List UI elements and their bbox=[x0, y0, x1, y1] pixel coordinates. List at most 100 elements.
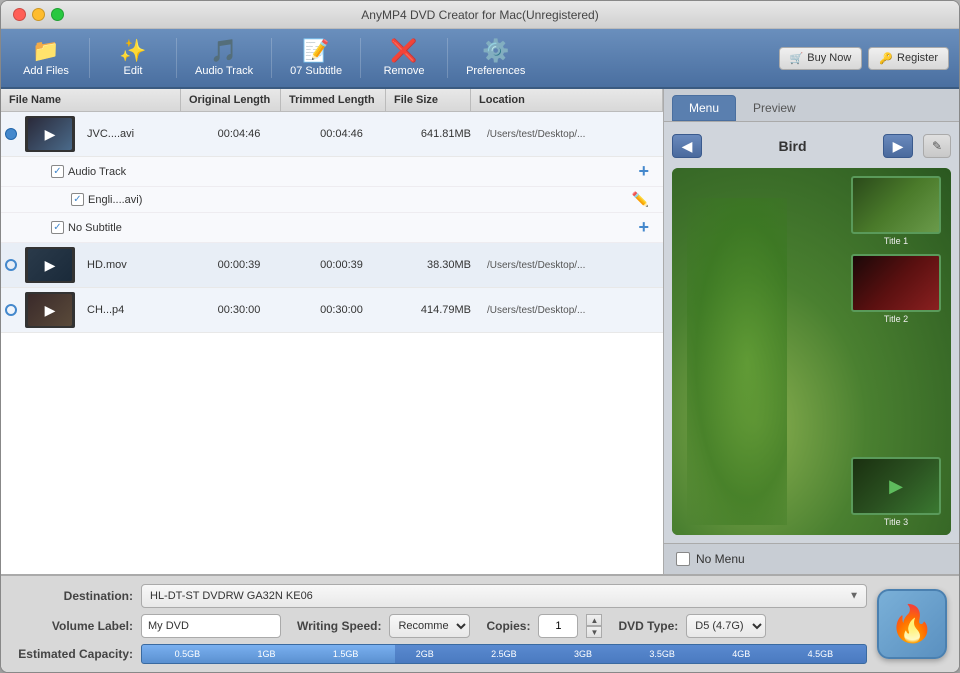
separator-1 bbox=[89, 38, 90, 78]
minimize-button[interactable] bbox=[32, 8, 45, 21]
volume-input[interactable] bbox=[141, 614, 281, 638]
preview-tabs: Menu Preview bbox=[664, 89, 959, 122]
cart-icon: 🛒 bbox=[790, 52, 804, 65]
tab-preview[interactable]: Preview bbox=[736, 95, 813, 121]
bottom-right: 🔥 bbox=[877, 584, 947, 664]
row-data-2: HD.mov 00:00:39 00:00:39 38.30MB /Users/… bbox=[79, 251, 663, 279]
writing-speed-label: Writing Speed: bbox=[297, 619, 381, 633]
copies-down-button[interactable]: ▼ bbox=[586, 626, 602, 638]
subtitle-icon: 📝 bbox=[302, 40, 329, 62]
table-row: ▶ JVC....avi 00:04:46 00:04:46 641.81MB … bbox=[1, 112, 663, 157]
copies-stepper: ▲ ▼ bbox=[586, 614, 602, 638]
title-bar: AnyMP4 DVD Creator for Mac(Unregistered) bbox=[1, 1, 959, 29]
cap-label-1: 1GB bbox=[258, 649, 276, 659]
preview-thumb-2[interactable] bbox=[851, 254, 941, 312]
preview-background: Title 1 Title 2 ▶ bbox=[672, 168, 951, 535]
burn-button[interactable]: 🔥 bbox=[877, 589, 947, 659]
add-files-label: Add Files bbox=[23, 65, 69, 77]
preview-content: ◀ Bird ▶ ✎ bbox=[664, 122, 959, 543]
sub-row-subtitle: No Subtitle + bbox=[1, 213, 663, 243]
preferences-icon: ⚙️ bbox=[482, 40, 509, 62]
capacity-labels: 0.5GB 1GB 1.5GB 2GB 2.5GB 3GB 3.5GB 4GB … bbox=[142, 645, 866, 663]
table-row: ▶ CH...p4 00:30:00 00:30:00 414.79MB /Us… bbox=[1, 288, 663, 333]
file-thumbnail-1: ▶ bbox=[25, 116, 75, 152]
toolbar-right: 🛒 Buy Now 🔑 Register bbox=[779, 47, 949, 70]
window-title: AnyMP4 DVD Creator for Mac(Unregistered) bbox=[361, 8, 598, 22]
preview-nav: ◀ Bird ▶ ✎ bbox=[672, 130, 951, 162]
volume-label: Volume Label: bbox=[13, 619, 133, 633]
dvd-type-label: DVD Type: bbox=[618, 619, 678, 633]
nav-back-button[interactable]: ◀ bbox=[672, 134, 702, 158]
settings-row: Volume Label: Writing Speed: Recomme Cop… bbox=[13, 614, 867, 638]
preferences-button[interactable]: ⚙️ Preferences bbox=[456, 36, 535, 81]
cap-label-6: 3.5GB bbox=[649, 649, 675, 659]
cell-trimmed-2: 00:00:39 bbox=[289, 251, 394, 279]
add-audio-button[interactable]: + bbox=[632, 161, 655, 182]
cell-size-3: 414.79MB bbox=[394, 296, 479, 324]
row-data-1: JVC....avi 00:04:46 00:04:46 641.81MB /U… bbox=[79, 120, 663, 148]
preview-thumb-1[interactable] bbox=[851, 176, 941, 234]
audio-track-button[interactable]: 🎵 Audio Track bbox=[185, 36, 263, 81]
cell-filename-2: HD.mov bbox=[79, 251, 189, 279]
preview-label-2: Title 2 bbox=[884, 314, 908, 324]
tab-menu[interactable]: Menu bbox=[672, 95, 736, 121]
nav-forward-button[interactable]: ▶ bbox=[883, 134, 913, 158]
preview-item-3: ▶ Title 3 bbox=[851, 457, 941, 527]
preview-item-2: Title 2 bbox=[851, 254, 941, 324]
destination-select[interactable]: HL-DT-ST DVDRW GA32N KE06 bbox=[141, 584, 867, 608]
maximize-button[interactable] bbox=[51, 8, 64, 21]
audio-file-label: Engli....avi) bbox=[88, 194, 626, 206]
dvd-type-select[interactable]: D5 (4.7G) bbox=[686, 614, 766, 638]
status-dot-3 bbox=[5, 304, 17, 316]
row-indicator-2 bbox=[1, 259, 21, 271]
main-window: AnyMP4 DVD Creator for Mac(Unregistered)… bbox=[0, 0, 960, 673]
separator-2 bbox=[176, 38, 177, 78]
audio-track-checkbox[interactable] bbox=[51, 165, 64, 178]
play-icon-preview: ▶ bbox=[889, 476, 903, 497]
add-subtitle-button[interactable]: + bbox=[632, 217, 655, 238]
preview-thumb-3[interactable]: ▶ bbox=[851, 457, 941, 515]
destination-value: HL-DT-ST DVDRW GA32N KE06 bbox=[150, 590, 313, 602]
toolbar: 📁 Add Files ✨ Edit 🎵 Audio Track 📝 07 Su… bbox=[1, 29, 959, 89]
traffic-lights bbox=[13, 8, 64, 21]
register-button[interactable]: 🔑 Register bbox=[868, 47, 949, 70]
edit-button[interactable]: ✨ Edit bbox=[98, 36, 168, 81]
cell-original-3: 00:30:00 bbox=[189, 296, 289, 324]
buy-now-button[interactable]: 🛒 Buy Now bbox=[779, 47, 863, 70]
audio-file-checkbox[interactable] bbox=[71, 193, 84, 206]
add-files-button[interactable]: 📁 Add Files bbox=[11, 36, 81, 81]
subtitle-checkbox[interactable] bbox=[51, 221, 64, 234]
cell-filename-1: JVC....avi bbox=[79, 120, 189, 148]
subtitle-label: 07 Subtitle bbox=[290, 65, 342, 77]
copies-up-button[interactable]: ▲ bbox=[586, 614, 602, 626]
bottom-main: Destination: HL-DT-ST DVDRW GA32N KE06 ▼… bbox=[13, 584, 947, 664]
col-header-trimmed: Trimmed Length bbox=[281, 89, 386, 111]
nav-edit-button[interactable]: ✎ bbox=[923, 134, 951, 158]
destination-dropdown: HL-DT-ST DVDRW GA32N KE06 ▼ bbox=[141, 584, 867, 608]
writing-speed-select[interactable]: Recomme bbox=[389, 614, 470, 638]
remove-icon: ❌ bbox=[390, 40, 417, 62]
main-content: File Name Original Length Trimmed Length… bbox=[1, 89, 959, 574]
cell-size-1: 641.81MB bbox=[394, 120, 479, 148]
destination-label: Destination: bbox=[13, 589, 133, 603]
close-button[interactable] bbox=[13, 8, 26, 21]
destination-row: Destination: HL-DT-ST DVDRW GA32N KE06 ▼ bbox=[13, 584, 867, 608]
edit-audio-icon[interactable]: ✏️ bbox=[626, 191, 655, 208]
col-header-original: Original Length bbox=[181, 89, 281, 111]
estimated-capacity-label: Estimated Capacity: bbox=[13, 647, 133, 661]
col-header-size: File Size bbox=[386, 89, 471, 111]
remove-button[interactable]: ❌ Remove bbox=[369, 36, 439, 81]
separator-3 bbox=[271, 38, 272, 78]
cell-size-2: 38.30MB bbox=[394, 251, 479, 279]
thumb-inner-2: ▶ bbox=[28, 249, 72, 281]
file-list-header: File Name Original Length Trimmed Length… bbox=[1, 89, 663, 112]
preview-item-1: Title 1 bbox=[851, 176, 941, 246]
edit-icon: ✨ bbox=[119, 40, 146, 62]
no-menu-checkbox[interactable] bbox=[676, 552, 690, 566]
copies-input[interactable] bbox=[538, 614, 578, 638]
subtitle-label: No Subtitle bbox=[68, 222, 632, 234]
cap-label-4: 2.5GB bbox=[491, 649, 517, 659]
cap-label-8: 4.5GB bbox=[808, 649, 834, 659]
status-dot-2 bbox=[5, 259, 17, 271]
subtitle-button[interactable]: 📝 07 Subtitle bbox=[280, 36, 352, 81]
